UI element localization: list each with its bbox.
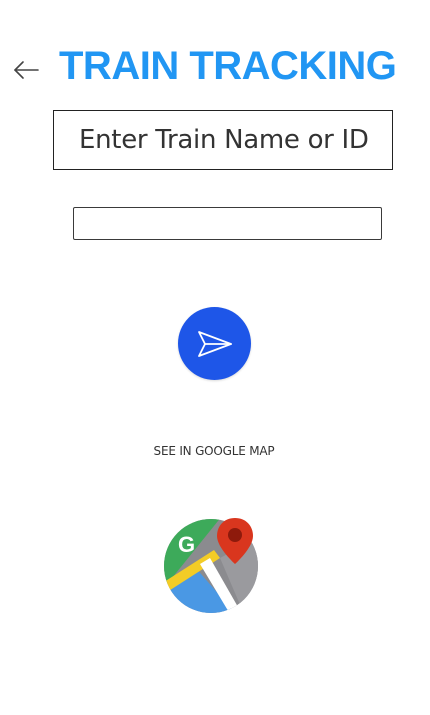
arrow-left-icon [14,61,39,79]
see-google-map-link[interactable]: SEE IN GOOGLE MAP [0,444,428,458]
svg-text:G: G [178,532,195,557]
train-id-input[interactable] [73,207,382,240]
back-button[interactable] [10,54,42,86]
send-button[interactable] [178,307,251,380]
google-maps-button[interactable]: G [164,516,262,614]
send-icon [197,330,232,357]
train-search-label-box: Enter Train Name or ID [53,110,393,170]
page-title: TRAIN TRACKING [59,44,397,88]
google-maps-icon: G [164,518,258,613]
train-search-label: Enter Train Name or ID [79,125,369,155]
